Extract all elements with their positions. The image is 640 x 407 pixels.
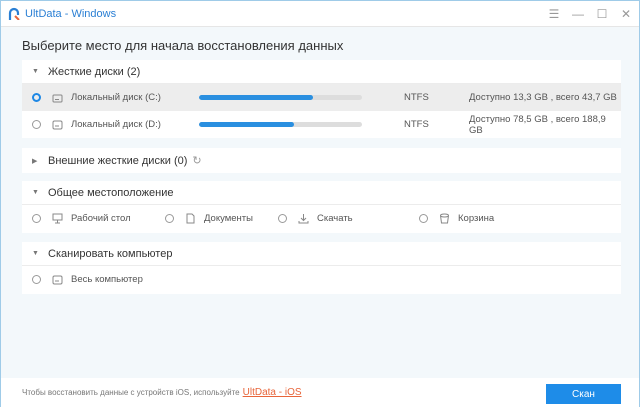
ultdata-ios-link[interactable]: UltData - iOS: [243, 387, 302, 398]
location-downloads[interactable]: Скачать: [278, 213, 353, 225]
radio-button[interactable]: [165, 214, 174, 223]
document-icon: [184, 213, 196, 225]
location-label: Рабочий стол: [71, 213, 131, 224]
desktop-icon: [51, 213, 63, 225]
drive-name: Локальный диск (D:): [71, 119, 161, 130]
drive-row-d[interactable]: Локальный диск (D:) NTFS Доступно 78,5 G…: [22, 111, 621, 138]
hard-disks-panel: ▼ Жесткие диски (2) Локальный диск (C:) N…: [22, 60, 621, 138]
drive-icon: [51, 92, 63, 104]
section-label: Жесткие диски (2): [48, 65, 141, 78]
title-bar: UltData - Windows ☰ — ☐ ✕: [1, 1, 639, 27]
radio-button[interactable]: [278, 214, 287, 223]
section-label: Общее местоположение: [48, 186, 174, 199]
collapse-triangle-icon: ▼: [32, 189, 39, 196]
minimize-icon[interactable]: —: [569, 5, 587, 23]
collapse-triangle-icon: ▼: [32, 68, 39, 75]
drive-icon: [51, 119, 63, 131]
external-disks-panel: ▶ Внешние жесткие диски (0) ↻: [22, 148, 621, 173]
usage-fill: [199, 122, 294, 127]
common-header[interactable]: ▼ Общее местоположение: [22, 181, 621, 205]
collapse-triangle-icon: ▼: [32, 250, 39, 257]
location-label: Скачать: [317, 213, 353, 224]
window-title: UltData - Windows: [25, 7, 117, 20]
drive-row-c[interactable]: Локальный диск (C:) NTFS Доступно 13,3 G…: [22, 84, 621, 111]
scan-computer-header[interactable]: ▼ Сканировать компьютер: [22, 242, 621, 266]
page-title: Выберите место для начала восстановления…: [22, 38, 344, 53]
radio-button[interactable]: [419, 214, 428, 223]
drive-name: Локальный диск (C:): [71, 92, 161, 103]
drive-space: Доступно 78,5 GB , всего 188,9 GB: [469, 113, 606, 136]
maximize-icon[interactable]: ☐: [593, 5, 611, 23]
whole-computer-label: Весь компьютер: [71, 274, 143, 285]
scan-computer-panel: ▼ Сканировать компьютер Весь компьютер: [22, 242, 621, 294]
common-location-panel: ▼ Общее местоположение Рабочий стол Докум…: [22, 181, 621, 233]
download-icon: [297, 213, 309, 225]
hard-disks-header[interactable]: ▼ Жесткие диски (2): [22, 60, 621, 84]
app-logo-icon: [8, 7, 20, 20]
filesystem: NTFS: [404, 119, 429, 130]
locations-row: Рабочий стол Документы Скачать Корзина: [22, 205, 621, 232]
drive-space: Доступно 13,3 GB , всего 43,7 GB: [469, 92, 617, 103]
usage-bar: [199, 95, 362, 100]
footer: Чтобы восстановить данные с устройств iO…: [1, 378, 639, 407]
filesystem: NTFS: [404, 92, 429, 103]
menu-icon[interactable]: ☰: [545, 5, 563, 23]
radio-button[interactable]: [32, 93, 41, 102]
radio-button[interactable]: [32, 275, 41, 284]
external-header[interactable]: ▶ Внешние жесткие диски (0) ↻: [22, 148, 621, 173]
expand-triangle-icon: ▶: [32, 157, 38, 165]
computer-drive-icon: [51, 274, 63, 286]
usage-fill: [199, 95, 314, 100]
scan-button[interactable]: Скан: [546, 384, 621, 404]
hint-text: Чтобы восстановить данные с устройств iO…: [22, 388, 240, 397]
location-documents[interactable]: Документы: [165, 213, 253, 225]
close-icon[interactable]: ✕: [617, 5, 635, 23]
radio-button[interactable]: [32, 120, 41, 129]
whole-computer-row[interactable]: Весь компьютер: [22, 266, 621, 293]
radio-button[interactable]: [32, 214, 41, 223]
location-label: Корзина: [458, 213, 495, 224]
location-trash[interactable]: Корзина: [419, 213, 494, 225]
location-desktop[interactable]: Рабочий стол: [32, 213, 131, 225]
section-label: Сканировать компьютер: [48, 247, 173, 260]
trash-icon: [438, 213, 450, 225]
refresh-icon[interactable]: ↻: [192, 154, 201, 167]
location-label: Документы: [204, 213, 253, 224]
usage-bar: [199, 122, 362, 127]
ios-hint: Чтобы восстановить данные с устройств iO…: [22, 387, 302, 398]
section-label: Внешние жесткие диски (0): [48, 154, 188, 167]
